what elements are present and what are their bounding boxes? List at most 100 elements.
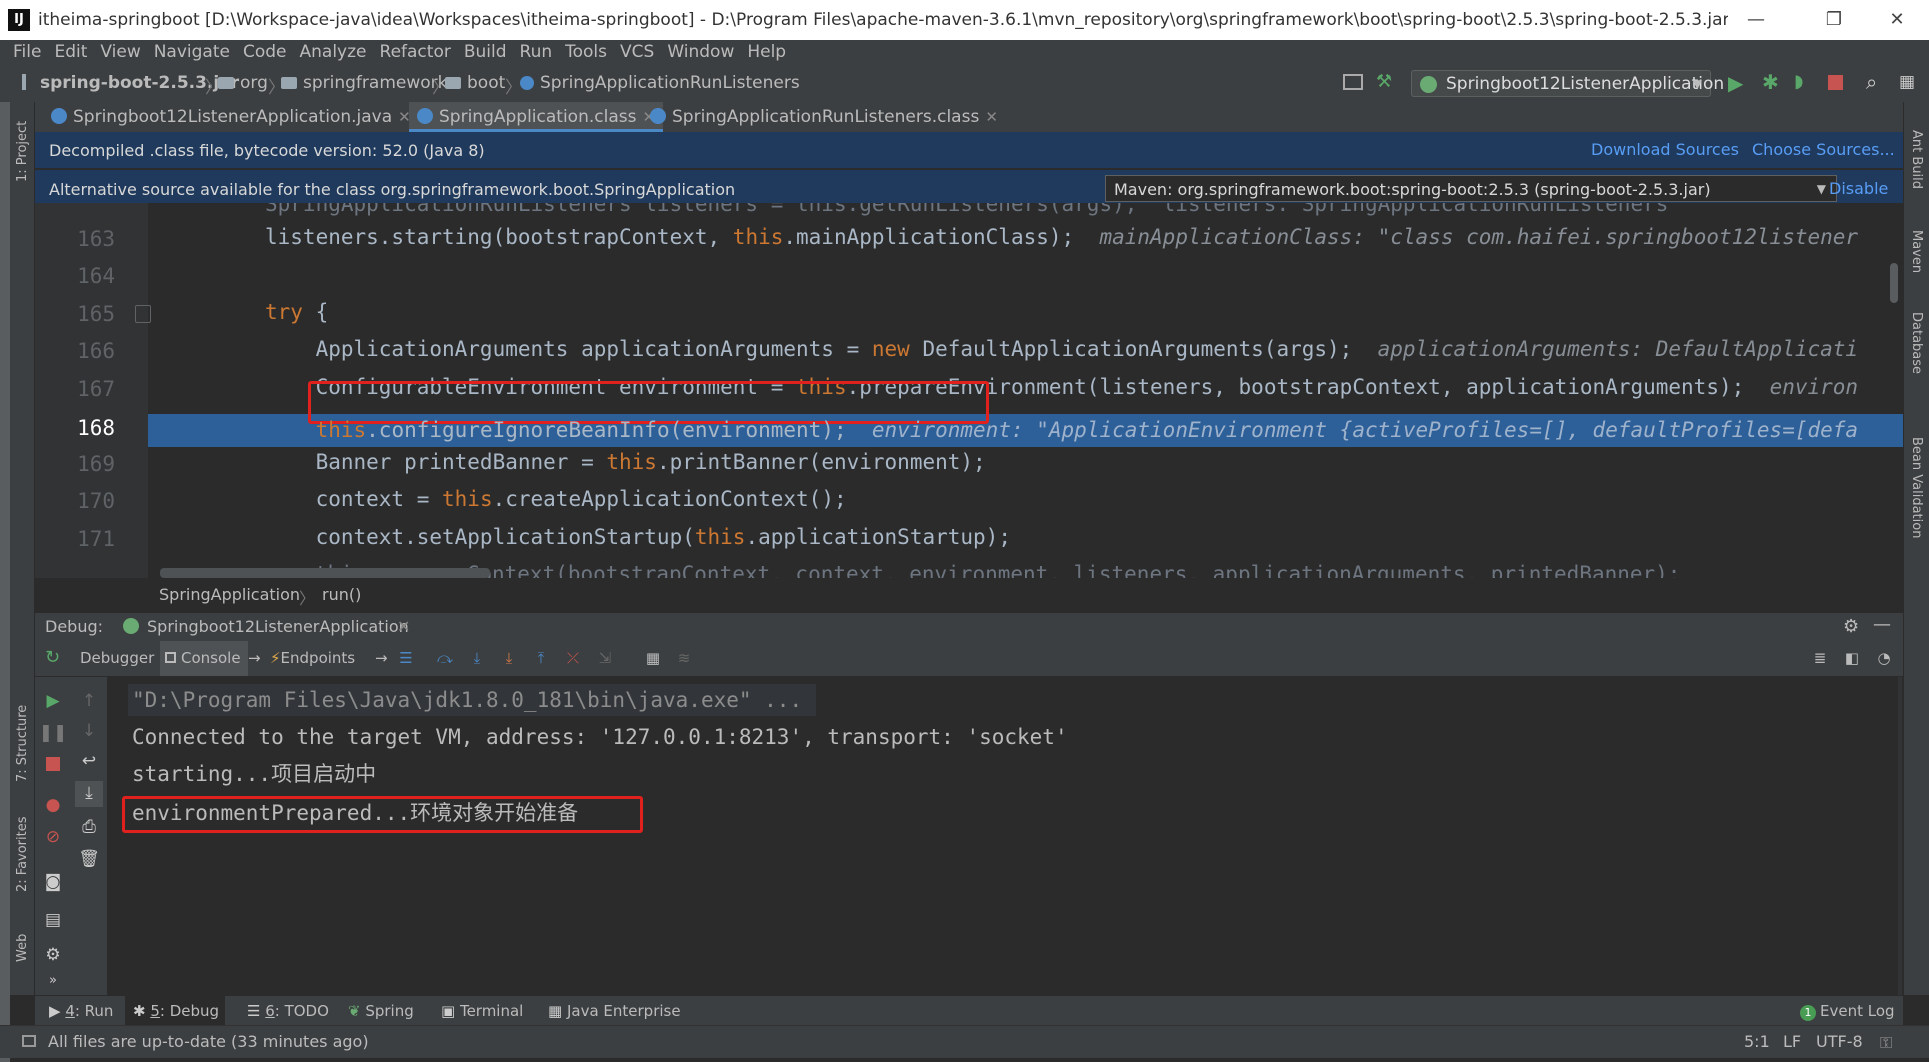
scroll-up-icon[interactable]: ↑ bbox=[71, 691, 107, 711]
drop-frame-icon[interactable]: ⤫ bbox=[564, 649, 582, 667]
menu-run[interactable]: Run bbox=[520, 42, 553, 62]
close-session-icon[interactable]: ✕ bbox=[397, 617, 410, 636]
toggle-tool-windows-icon[interactable] bbox=[22, 1035, 36, 1047]
vertical-scrollbar[interactable] bbox=[1890, 263, 1898, 303]
close-window-button[interactable]: ✕ bbox=[1874, 5, 1920, 35]
restore-layout-icon[interactable]: ◧ bbox=[1843, 649, 1861, 667]
frames-list-icon[interactable]: ☰ bbox=[397, 649, 415, 667]
nav-crumb-springframework[interactable]: springframework bbox=[281, 73, 447, 93]
nav-crumb-org[interactable]: org bbox=[218, 73, 268, 93]
debug-session-tab[interactable]: Springboot12ListenerApplication bbox=[147, 617, 409, 636]
tool-favorites[interactable]: 2: Favorites bbox=[15, 816, 30, 892]
debug-bug-icon[interactable]: ✱ bbox=[1762, 70, 1779, 94]
tool-project[interactable]: 1: Project bbox=[15, 121, 30, 182]
menu-edit[interactable]: Edit bbox=[54, 42, 87, 62]
settings-gear-icon[interactable]: ⚙ bbox=[35, 945, 71, 965]
menu-help[interactable]: Help bbox=[747, 42, 786, 62]
breadcrumb-class[interactable]: SpringApplication bbox=[159, 585, 300, 604]
evaluate-expression-icon[interactable]: ▦ bbox=[644, 649, 662, 667]
tool-bean-validation[interactable]: Bean Validation bbox=[1909, 437, 1924, 538]
run-icon[interactable]: ▶ bbox=[1728, 71, 1743, 95]
horizontal-scrollbar[interactable] bbox=[160, 568, 490, 578]
build-hammer-icon[interactable]: ⚒ bbox=[1376, 71, 1392, 92]
memory-icon[interactable]: ◔ bbox=[1875, 649, 1893, 667]
console-output[interactable]: "D:\Program Files\Java\jdk1.8.0_181\bin\… bbox=[108, 677, 1903, 995]
maven-source-select[interactable]: Maven: org.springframework.boot:spring-b… bbox=[1105, 175, 1837, 202]
tab-springboot12listenerapplication-java[interactable]: Springboot12ListenerApplication.java ✕ bbox=[43, 102, 419, 132]
tab-console[interactable]: Console bbox=[165, 649, 241, 667]
tool-event-log[interactable]: 1 Event Log bbox=[1800, 1002, 1895, 1021]
soft-wrap-icon[interactable]: ↩ bbox=[71, 751, 107, 771]
mute-breakpoints-icon[interactable]: ⊘ bbox=[35, 827, 71, 847]
lock-icon[interactable]: ⚿ bbox=[1880, 1033, 1892, 1053]
stop-program-icon[interactable] bbox=[35, 756, 71, 776]
download-sources-link[interactable]: Download Sources bbox=[1591, 140, 1739, 159]
clear-all-icon[interactable]: 🗑 bbox=[71, 849, 107, 869]
caret-position[interactable]: 5:1 bbox=[1744, 1032, 1770, 1051]
scroll-down-icon[interactable]: ↓ bbox=[71, 721, 107, 741]
layout-icon[interactable]: ▤ bbox=[35, 910, 71, 930]
menu-window[interactable]: Window bbox=[667, 42, 734, 62]
nav-crumb-class[interactable]: SpringApplicationRunListeners bbox=[520, 73, 800, 93]
coverage-icon[interactable]: ◗ bbox=[1794, 71, 1803, 92]
menu-vcs[interactable]: VCS bbox=[620, 42, 654, 62]
menu-view[interactable]: View bbox=[100, 42, 140, 62]
choose-sources-link[interactable]: Choose Sources... bbox=[1752, 140, 1895, 159]
stop-icon[interactable] bbox=[1828, 75, 1843, 90]
camera-icon[interactable]: ◙ bbox=[35, 872, 71, 892]
line-separator[interactable]: LF bbox=[1783, 1032, 1801, 1051]
tool-ant-build[interactable]: Ant Build bbox=[1909, 130, 1924, 189]
more-icon[interactable]: » bbox=[35, 973, 71, 988]
menu-file[interactable]: File bbox=[13, 42, 41, 62]
tab-debugger[interactable]: Debugger bbox=[80, 649, 154, 667]
menu-code[interactable]: Code bbox=[243, 42, 287, 62]
run-configuration-select[interactable]: Springboot12ListenerApplication ▼ bbox=[1411, 70, 1724, 97]
step-into-icon[interactable]: ⤓ bbox=[500, 649, 518, 667]
tool-debug[interactable]: ✱ 5: Debug bbox=[133, 1002, 219, 1020]
menu-refactor[interactable]: Refactor bbox=[380, 42, 451, 62]
minimize-panel-icon[interactable]: — bbox=[1873, 614, 1891, 635]
step-out-icon[interactable]: ⤒ bbox=[532, 649, 550, 667]
tool-run[interactable]: ▶ 4: Run bbox=[49, 1002, 113, 1020]
layout-settings-icon[interactable]: ≣ bbox=[1811, 649, 1829, 667]
show-execution-point-icon[interactable]: ⤼ bbox=[436, 649, 454, 667]
tab-springapplicationrunlisteners-class[interactable]: SpringApplicationRunListeners.class ✕ bbox=[642, 102, 1006, 132]
tool-java-enterprise[interactable]: ▦ Java Enterprise bbox=[548, 1002, 681, 1020]
menu-navigate[interactable]: Navigate bbox=[154, 42, 230, 62]
fold-marker-icon[interactable] bbox=[135, 305, 151, 323]
restore-button[interactable]: ❐ bbox=[1811, 5, 1857, 35]
tool-maven[interactable]: Maven bbox=[1909, 230, 1924, 273]
tab-endpoints[interactable]: ⚡Endpoints bbox=[270, 649, 355, 667]
code-editor[interactable]: SpringApplicationRunListeners listeners … bbox=[35, 203, 1903, 578]
step-over-icon[interactable]: ⤓ bbox=[468, 649, 486, 667]
console-pin-icon[interactable]: → bbox=[248, 649, 261, 667]
rerun-icon[interactable]: ↻ bbox=[45, 647, 60, 668]
disable-link[interactable]: Disable bbox=[1829, 179, 1888, 198]
search-icon[interactable]: ⌕ bbox=[1866, 70, 1877, 94]
resume-program-icon[interactable]: ▶ bbox=[35, 691, 71, 711]
breadcrumb-method[interactable]: run() bbox=[322, 585, 361, 604]
view-breakpoints-icon[interactable]: ● bbox=[35, 795, 71, 815]
tab-springapplication-class[interactable]: SpringApplication.class ✕ bbox=[409, 102, 664, 132]
tool-web[interactable]: Web bbox=[15, 934, 30, 962]
menu-analyze[interactable]: Analyze bbox=[300, 42, 367, 62]
run-to-cursor-icon[interactable]: ⇲ bbox=[596, 649, 614, 667]
close-tab-icon[interactable]: ✕ bbox=[985, 108, 998, 126]
menu-build[interactable]: Build bbox=[464, 42, 507, 62]
minimize-button[interactable]: — bbox=[1733, 5, 1779, 35]
layout-icon[interactable] bbox=[1343, 74, 1363, 90]
tool-database[interactable]: Database bbox=[1909, 312, 1924, 374]
settings-gear-icon[interactable]: ⚙ bbox=[1843, 616, 1859, 637]
tool-todo[interactable]: ☰ 6: TODO bbox=[247, 1002, 329, 1020]
print-icon[interactable]: ⎙ bbox=[71, 817, 107, 837]
project-structure-icon[interactable]: ▦ bbox=[1899, 72, 1915, 92]
nav-crumb-boot[interactable]: boot bbox=[445, 73, 505, 93]
endpoints-pin-icon[interactable]: → bbox=[375, 649, 388, 667]
scroll-to-end-icon[interactable]: ⤓ bbox=[71, 783, 107, 803]
tool-spring[interactable]: ❦ Spring bbox=[348, 1002, 414, 1020]
tool-structure[interactable]: 7: Structure bbox=[15, 705, 30, 782]
pause-program-icon[interactable]: ❚❚ bbox=[35, 723, 71, 743]
tool-terminal[interactable]: ▣ Terminal bbox=[441, 1002, 523, 1020]
menu-tools[interactable]: Tools bbox=[565, 42, 607, 62]
file-encoding[interactable]: UTF-8 bbox=[1816, 1032, 1863, 1051]
